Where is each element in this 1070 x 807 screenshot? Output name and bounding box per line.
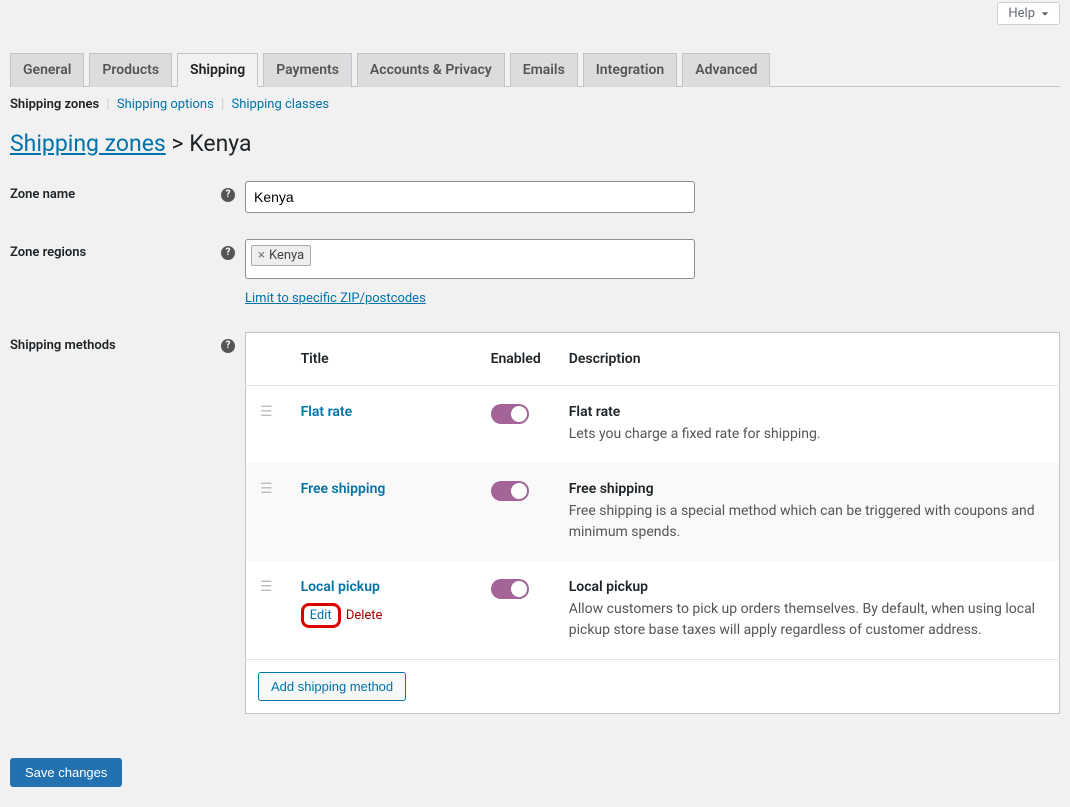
settings-tabs: General Products Shipping Payments Accou… <box>10 53 1060 87</box>
table-row: ☰ Local pickup Edit Delete Local pickup … <box>246 561 1060 660</box>
tab-advanced[interactable]: Advanced <box>682 53 770 87</box>
table-row: ☰ Free shipping Free shipping Free shipp… <box>246 463 1060 561</box>
method-desc-head: Local pickup <box>569 579 648 595</box>
remove-region-icon[interactable]: × <box>258 248 265 263</box>
zone-regions-input[interactable]: × Kenya <box>245 239 695 279</box>
method-desc-body: Lets you charge a fixed rate for shippin… <box>569 424 1045 445</box>
drag-handle-icon[interactable]: ☰ <box>260 481 273 497</box>
breadcrumb: Shipping zones > Kenya <box>10 122 1060 181</box>
tab-products[interactable]: Products <box>89 53 172 87</box>
zone-name-input[interactable] <box>245 181 695 213</box>
method-title-link[interactable]: Flat rate <box>301 404 353 420</box>
label-zone-regions: Zone regions <box>10 245 86 260</box>
enabled-toggle[interactable] <box>491 404 529 424</box>
tab-integration[interactable]: Integration <box>583 53 677 87</box>
breadcrumb-sep: > <box>172 130 184 157</box>
col-title: Title <box>287 333 477 386</box>
method-desc-body: Allow customers to pick up orders themse… <box>569 599 1045 641</box>
breadcrumb-leaf: Kenya <box>189 130 251 157</box>
enabled-toggle[interactable] <box>491 481 529 501</box>
method-title-link[interactable]: Free shipping <box>301 481 386 497</box>
tab-shipping[interactable]: Shipping <box>177 53 258 87</box>
add-shipping-method-button[interactable]: Add shipping method <box>258 672 406 701</box>
help-icon[interactable]: ? <box>221 339 235 353</box>
label-shipping-methods: Shipping methods <box>10 338 116 353</box>
subtab-options[interactable]: Shipping options <box>117 97 214 112</box>
drag-handle-icon[interactable]: ☰ <box>260 579 273 595</box>
tab-accounts-privacy[interactable]: Accounts & Privacy <box>357 53 505 87</box>
tab-payments[interactable]: Payments <box>263 53 352 87</box>
shipping-methods-table: Title Enabled Description ☰ Flat rate Fl… <box>245 332 1060 714</box>
delete-method-link[interactable]: Delete <box>346 608 383 623</box>
help-icon[interactable]: ? <box>221 246 235 260</box>
method-title-link[interactable]: Local pickup <box>301 579 380 595</box>
edit-method-link[interactable]: Edit <box>301 603 341 628</box>
enabled-toggle[interactable] <box>491 579 529 599</box>
region-chip[interactable]: × Kenya <box>251 245 311 266</box>
tab-general[interactable]: General <box>10 53 84 87</box>
table-row: ☰ Flat rate Flat rate Lets you charge a … <box>246 386 1060 464</box>
label-zone-name: Zone name <box>10 187 75 202</box>
limit-postcodes-link[interactable]: Limit to specific ZIP/postcodes <box>245 291 426 306</box>
drag-handle-icon[interactable]: ☰ <box>260 404 273 420</box>
save-changes-button[interactable]: Save changes <box>10 758 122 787</box>
help-dropdown[interactable]: Help <box>997 2 1060 25</box>
subtab-zones[interactable]: Shipping zones <box>10 97 99 112</box>
help-label: Help <box>1008 6 1035 21</box>
tab-emails[interactable]: Emails <box>510 53 578 87</box>
method-desc-head: Free shipping <box>569 481 654 497</box>
method-desc-head: Flat rate <box>569 404 621 420</box>
subtab-nav: Shipping zones | Shipping options | Ship… <box>10 87 1060 122</box>
breadcrumb-root[interactable]: Shipping zones <box>10 130 166 157</box>
region-chip-label: Kenya <box>269 248 304 263</box>
method-desc-body: Free shipping is a special method which … <box>569 501 1045 543</box>
col-description: Description <box>555 333 1060 386</box>
chevron-down-icon <box>1041 10 1049 18</box>
col-enabled: Enabled <box>477 333 555 386</box>
subtab-classes[interactable]: Shipping classes <box>231 97 329 112</box>
help-icon[interactable]: ? <box>221 188 235 202</box>
